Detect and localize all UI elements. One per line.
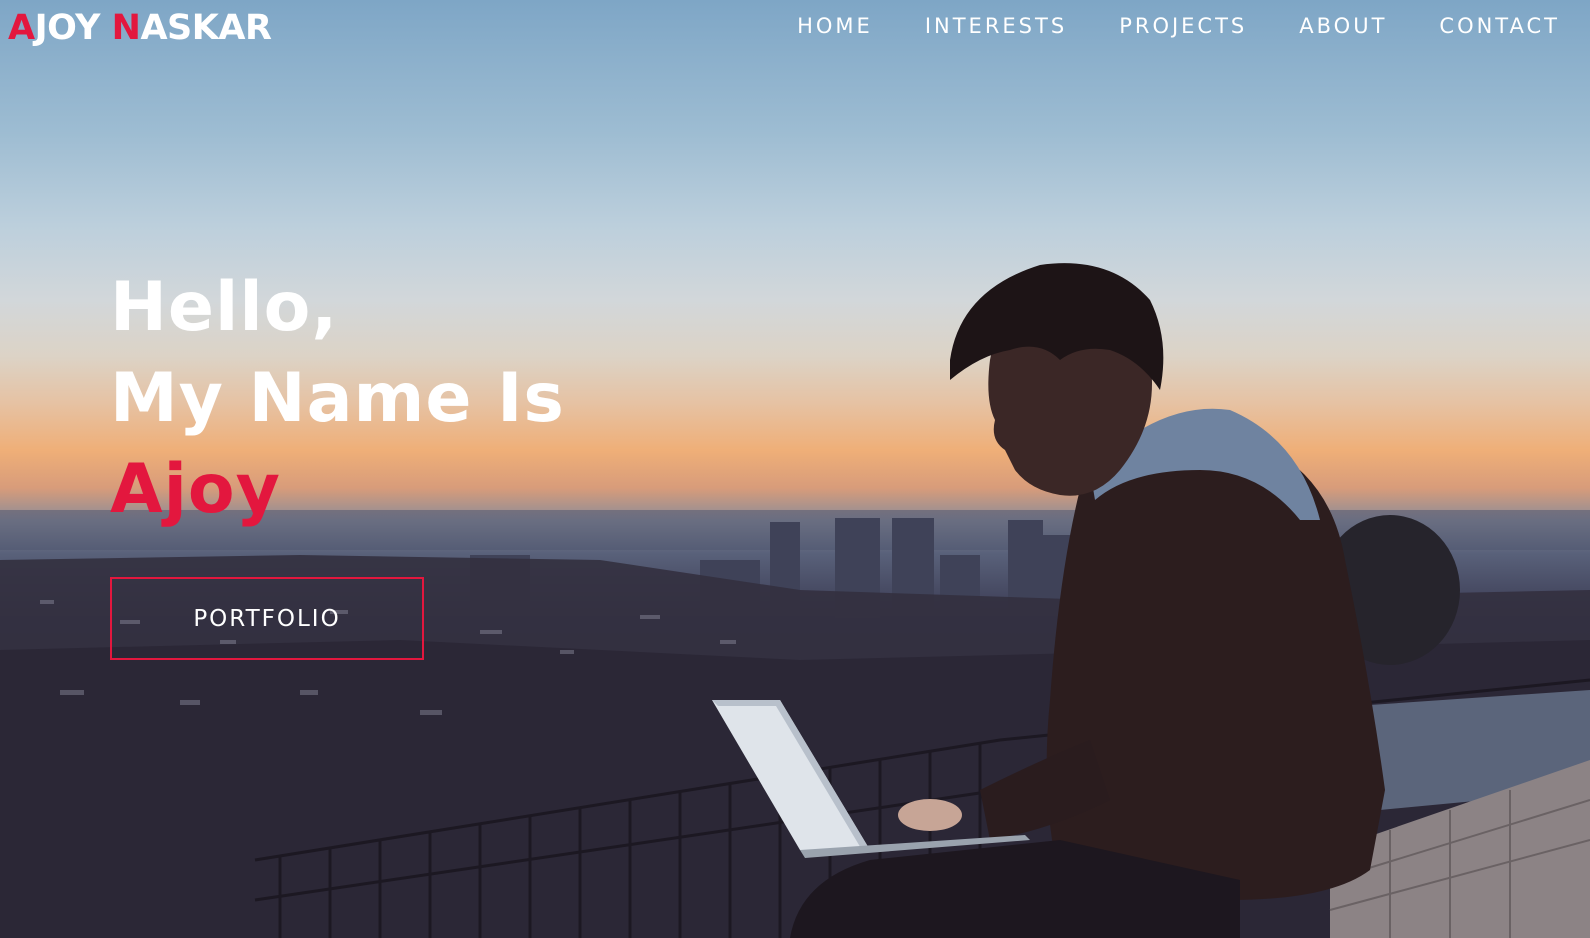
site-logo[interactable]: AJOY NASKAR: [8, 8, 272, 48]
hero-greeting: Hello,: [110, 268, 339, 347]
nav-projects[interactable]: PROJECTS: [1119, 14, 1247, 38]
nav-home[interactable]: HOME: [797, 14, 873, 38]
logo-first-rest: JOY: [34, 8, 112, 48]
nav-contact[interactable]: CONTACT: [1439, 14, 1560, 38]
hero-headline: Hello, My Name Is Ajoy: [110, 262, 565, 535]
logo-first-initial: A: [8, 8, 35, 48]
portfolio-button[interactable]: PORTFOLIO: [110, 577, 424, 660]
hero-name: Ajoy: [110, 450, 281, 529]
hero-intro: My Name Is: [110, 359, 565, 438]
nav-about[interactable]: ABOUT: [1299, 14, 1387, 38]
hero-section: AJOY NASKAR HOME INTERESTS PROJECTS ABOU…: [0, 0, 1590, 938]
main-nav: HOME INTERESTS PROJECTS ABOUT CONTACT: [797, 14, 1560, 38]
logo-last-initial: N: [111, 8, 141, 48]
logo-last-rest: ASKAR: [140, 8, 272, 48]
nav-interests[interactable]: INTERESTS: [925, 14, 1067, 38]
